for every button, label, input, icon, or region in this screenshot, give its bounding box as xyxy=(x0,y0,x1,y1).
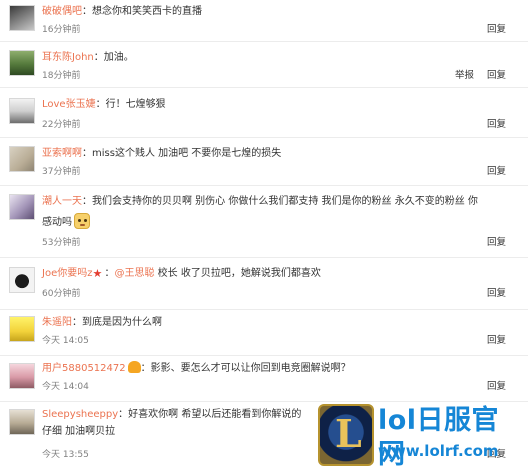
comment-username[interactable]: Joe你要吗z xyxy=(42,268,92,279)
mention-link[interactable]: @王思聪 xyxy=(114,268,154,279)
comment-item: 破破偶吧：想念你和笑笑西卡的直播 16分钟前 回复 xyxy=(0,0,528,42)
reply-button[interactable]: 回复 xyxy=(487,24,506,35)
avatar[interactable] xyxy=(9,98,35,124)
game-logo-icon: L xyxy=(318,404,374,466)
comment-time: 53分钟前 xyxy=(42,238,81,248)
reply-button[interactable]: 回复 xyxy=(487,237,506,248)
comment-text: 加油。 xyxy=(103,52,134,63)
comment-username[interactable]: Love张玉婕 xyxy=(42,99,96,110)
avatar[interactable] xyxy=(9,363,35,389)
report-button[interactable]: 举报 xyxy=(455,70,474,81)
comment-username[interactable]: 亚索啊啊 xyxy=(42,148,82,159)
comment-item: 用户5880512472 ：影影、要怎么才可以让你回到电竞圈解说啊？ 今天 14:… xyxy=(0,356,528,402)
comment-text: 行！七煌够狠 xyxy=(105,99,166,110)
avatar[interactable] xyxy=(9,50,35,76)
comment-text-continued: 感动吗 xyxy=(42,213,90,230)
comment-text: 到底是因为什么啊 xyxy=(82,317,162,328)
comment-text: 好喜欢你啊 希望以后还能看到你解说的 xyxy=(128,409,302,420)
comment-time: 18分钟前 xyxy=(42,71,81,81)
dog-emoji-icon xyxy=(74,213,90,229)
comment-body: 朱遥阳：到底是因为什么啊 xyxy=(42,317,162,328)
comment-body: 耳东陈John：加油。 xyxy=(42,52,134,63)
comment-body: 潮人一天：我们会支持你的贝贝啊 别伤心 你做什么我们都支持 我们是你的粉丝 永久… xyxy=(42,196,478,207)
comment-body: 亚索啊啊：miss这个贱人 加油吧 不要你是七煌的损失 xyxy=(42,148,282,159)
comment-time: 16分钟前 xyxy=(42,25,81,35)
avatar[interactable] xyxy=(9,146,35,172)
comment-username[interactable]: Sleepysheeppy xyxy=(42,409,118,420)
comment-actions: 回复 xyxy=(477,119,506,131)
comment-username[interactable]: 耳东陈John xyxy=(42,52,94,63)
comment-body: 用户5880512472 ：影影、要怎么才可以让你回到电竞圈解说啊？ xyxy=(42,361,351,374)
comment-text-continued: 仔细 加油啊贝拉 xyxy=(42,426,116,437)
comment-actions: 举报 回复 xyxy=(445,70,506,82)
comment-actions: 回复 xyxy=(477,381,506,393)
comment-time: 60分钟前 xyxy=(42,289,81,299)
comment-text: 影影、要怎么才可以让你回到电竞圈解说啊？ xyxy=(150,363,351,374)
comment-text: 校长 收了贝拉吧，她解说我们都喜欢 xyxy=(157,268,321,279)
watermark-url: www.lolrf.com xyxy=(378,442,499,460)
reply-button[interactable]: 回复 xyxy=(487,381,506,392)
comment-actions: 回复 xyxy=(477,24,506,36)
comment-body: Joe你要吗z★ ：@王思聪 校长 收了贝拉吧，她解说我们都喜欢 xyxy=(42,267,321,280)
avatar[interactable] xyxy=(9,5,35,31)
comment-item: Love张玉婕：行！七煌够狠 22分钟前 回复 xyxy=(0,88,528,138)
reply-button[interactable]: 回复 xyxy=(487,166,506,177)
comment-time: 今天 14:05 xyxy=(42,336,89,346)
reply-button[interactable]: 回复 xyxy=(487,288,506,299)
comment-text: miss这个贱人 加油吧 不要你是七煌的损失 xyxy=(92,148,282,159)
comment-username[interactable]: 潮人一天 xyxy=(42,196,82,207)
avatar[interactable] xyxy=(9,194,35,220)
comment-actions: 回复 xyxy=(477,288,506,300)
comment-username[interactable]: 朱遥阳 xyxy=(42,317,72,328)
reply-button[interactable]: 回复 xyxy=(487,70,506,81)
avatar[interactable] xyxy=(9,267,35,293)
comment-item: 潮人一天：我们会支持你的贝贝啊 别伤心 你做什么我们都支持 我们是你的粉丝 永久… xyxy=(0,186,528,258)
comment-actions: 回复 xyxy=(477,237,506,249)
comment-time: 22分钟前 xyxy=(42,120,81,130)
comment-text: 想念你和笑笑西卡的直播 xyxy=(92,6,202,17)
reply-button[interactable]: 回复 xyxy=(487,119,506,130)
comment-list: 破破偶吧：想念你和笑笑西卡的直播 16分钟前 回复 耳东陈John：加油。 18… xyxy=(0,0,528,469)
comment-time: 今天 14:04 xyxy=(42,382,89,392)
hand-badge-icon xyxy=(127,361,141,373)
reply-button[interactable]: 回复 xyxy=(487,335,506,346)
comment-item: 耳东陈John：加油。 18分钟前 举报 回复 xyxy=(0,42,528,88)
avatar[interactable] xyxy=(9,409,35,435)
comment-item: Joe你要吗z★ ：@王思聪 校长 收了贝拉吧，她解说我们都喜欢 60分钟前 回复 xyxy=(0,258,528,310)
star-badge-icon: ★ xyxy=(92,267,103,280)
comment-item: 亚索啊啊：miss这个贱人 加油吧 不要你是七煌的损失 37分钟前 回复 xyxy=(0,138,528,186)
comment-actions: 回复 xyxy=(477,335,506,347)
comment-body: Love张玉婕：行！七煌够狠 xyxy=(42,99,166,110)
site-watermark: L lol日服官网 www.lolrf.com xyxy=(318,404,524,469)
comment-text: 我们会支持你的贝贝啊 别伤心 你做什么我们都支持 我们是你的粉丝 永久不变的粉丝… xyxy=(92,196,478,207)
comment-item: 朱遥阳：到底是因为什么啊 今天 14:05 回复 xyxy=(0,310,528,356)
comment-time: 今天 13:55 xyxy=(42,450,89,460)
avatar[interactable] xyxy=(9,316,35,342)
comment-body: 破破偶吧：想念你和笑笑西卡的直播 xyxy=(42,6,202,17)
comment-actions: 回复 xyxy=(477,166,506,178)
comment-username[interactable]: 破破偶吧 xyxy=(42,6,82,17)
comment-username[interactable]: 用户5880512472 xyxy=(42,363,126,374)
comment-time: 37分钟前 xyxy=(42,167,81,177)
